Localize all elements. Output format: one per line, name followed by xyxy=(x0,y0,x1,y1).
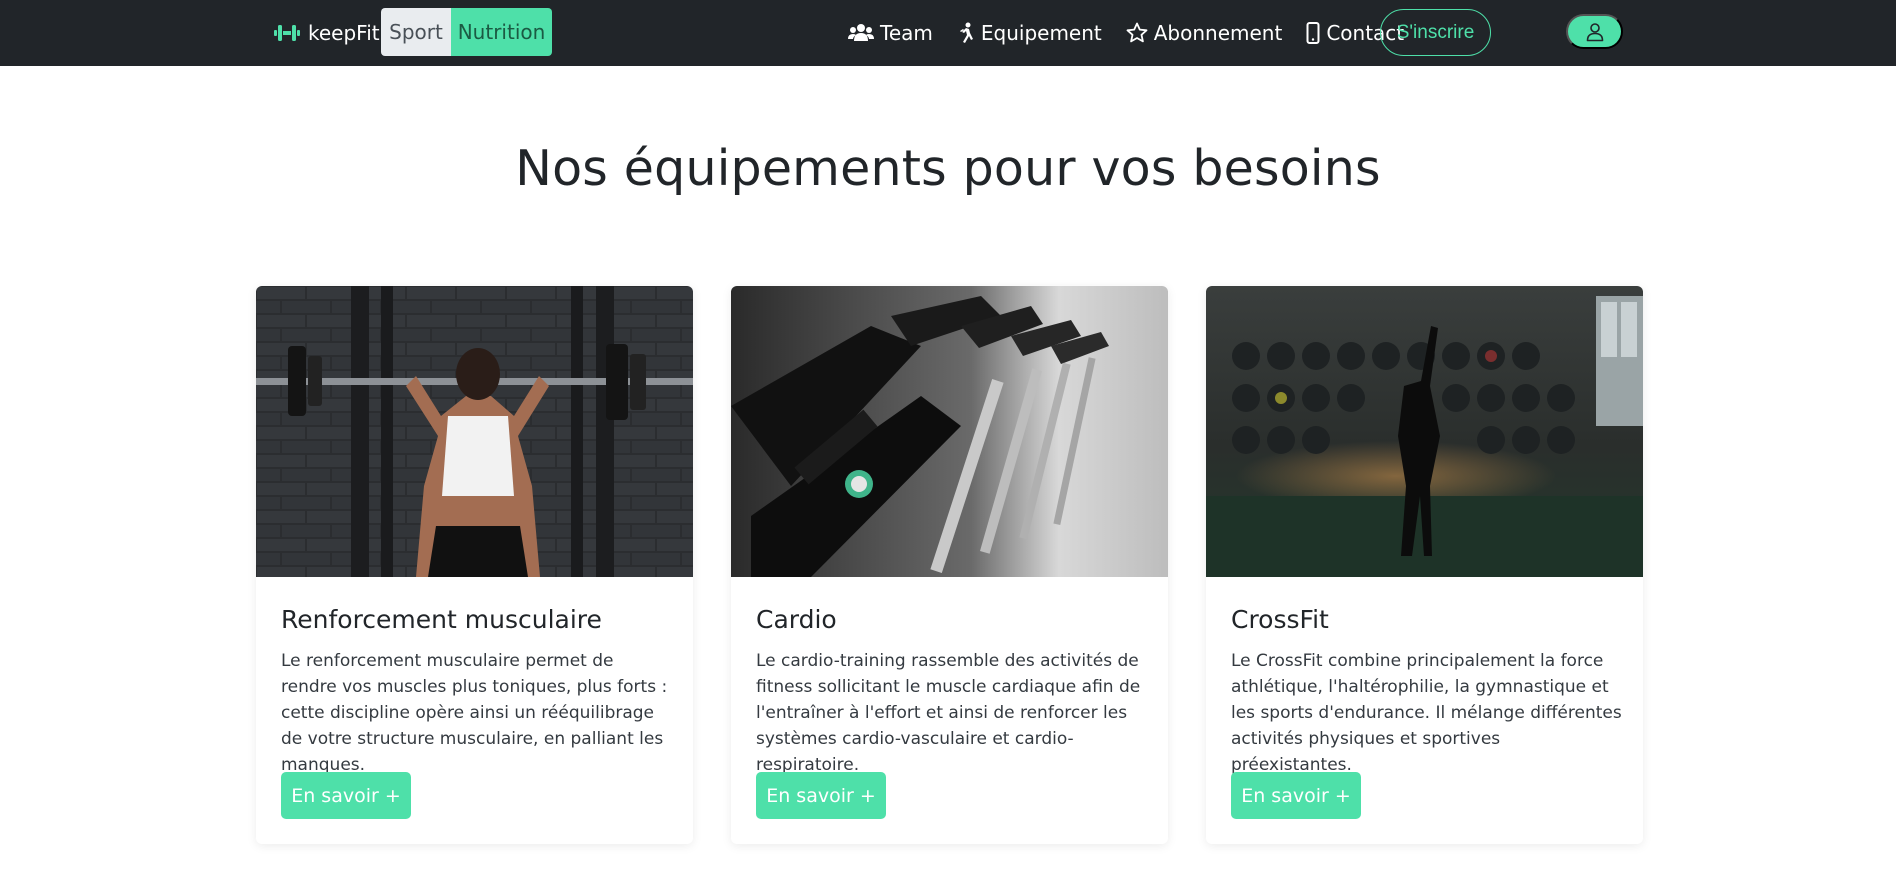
toggle-nutrition[interactable]: Nutrition xyxy=(451,8,552,56)
card-text: Le CrossFit combine principalement la fo… xyxy=(1231,651,1622,775)
nav-link-team-label: Team xyxy=(880,21,933,45)
nav-link-abonnement[interactable]: Abonnement xyxy=(1126,21,1283,45)
sport-nutrition-toggle: Sport Nutrition xyxy=(381,8,552,56)
running-person-icon xyxy=(959,22,973,43)
nav-link-team[interactable]: Team xyxy=(848,21,933,45)
card-crossfit: CrossFit Le CrossFit combine principalem… xyxy=(1206,286,1643,844)
nav-link-equipement-label: Equipement xyxy=(980,21,1102,45)
learn-more-button[interactable]: En savoir + xyxy=(281,772,411,819)
users-icon xyxy=(848,24,874,41)
learn-more-button[interactable]: En savoir + xyxy=(756,772,886,819)
card-renforcement: Renforcement musculaire Le renforcement … xyxy=(256,286,693,844)
nav-link-equipement[interactable]: Equipement xyxy=(957,21,1102,45)
nav-link-abonnement-label: Abonnement xyxy=(1153,21,1283,45)
card-image-crossfit xyxy=(1206,286,1643,577)
learn-more-button[interactable]: En savoir + xyxy=(1231,772,1361,819)
card-cardio: Cardio Le cardio-training rassemble des … xyxy=(731,286,1168,844)
nav-links: Team Equipement Abonnement Contact xyxy=(848,0,1428,66)
brand-name: keepFit xyxy=(308,21,380,45)
user-button[interactable] xyxy=(1566,14,1623,49)
toggle-sport[interactable]: Sport xyxy=(381,8,451,56)
card-image-weightlifting xyxy=(256,286,693,577)
card-body: CrossFit Le CrossFit combine principalem… xyxy=(1206,604,1643,778)
card-title: Renforcement musculaire xyxy=(281,605,602,634)
card-title: CrossFit xyxy=(1231,605,1329,634)
card-image-bikes xyxy=(731,286,1168,577)
dumbbell-icon xyxy=(274,25,300,41)
card-text: Le renforcement musculaire permet de ren… xyxy=(281,651,668,775)
star-icon xyxy=(1126,22,1148,43)
navbar: keepFit Sport Nutrition Team Equipement xyxy=(0,0,1896,66)
mobile-phone-icon xyxy=(1306,22,1320,44)
signup-button[interactable]: S'inscrire xyxy=(1380,9,1491,56)
user-icon xyxy=(1586,22,1603,41)
card-body: Cardio Le cardio-training rassemble des … xyxy=(731,604,1168,778)
page-title: Nos équipements pour vos besoins xyxy=(515,140,1381,197)
card-title: Cardio xyxy=(756,605,837,634)
brand-link[interactable]: keepFit xyxy=(274,18,380,48)
card-text: Le cardio-training rassemble des activit… xyxy=(756,651,1141,775)
card-body: Renforcement musculaire Le renforcement … xyxy=(256,604,693,778)
